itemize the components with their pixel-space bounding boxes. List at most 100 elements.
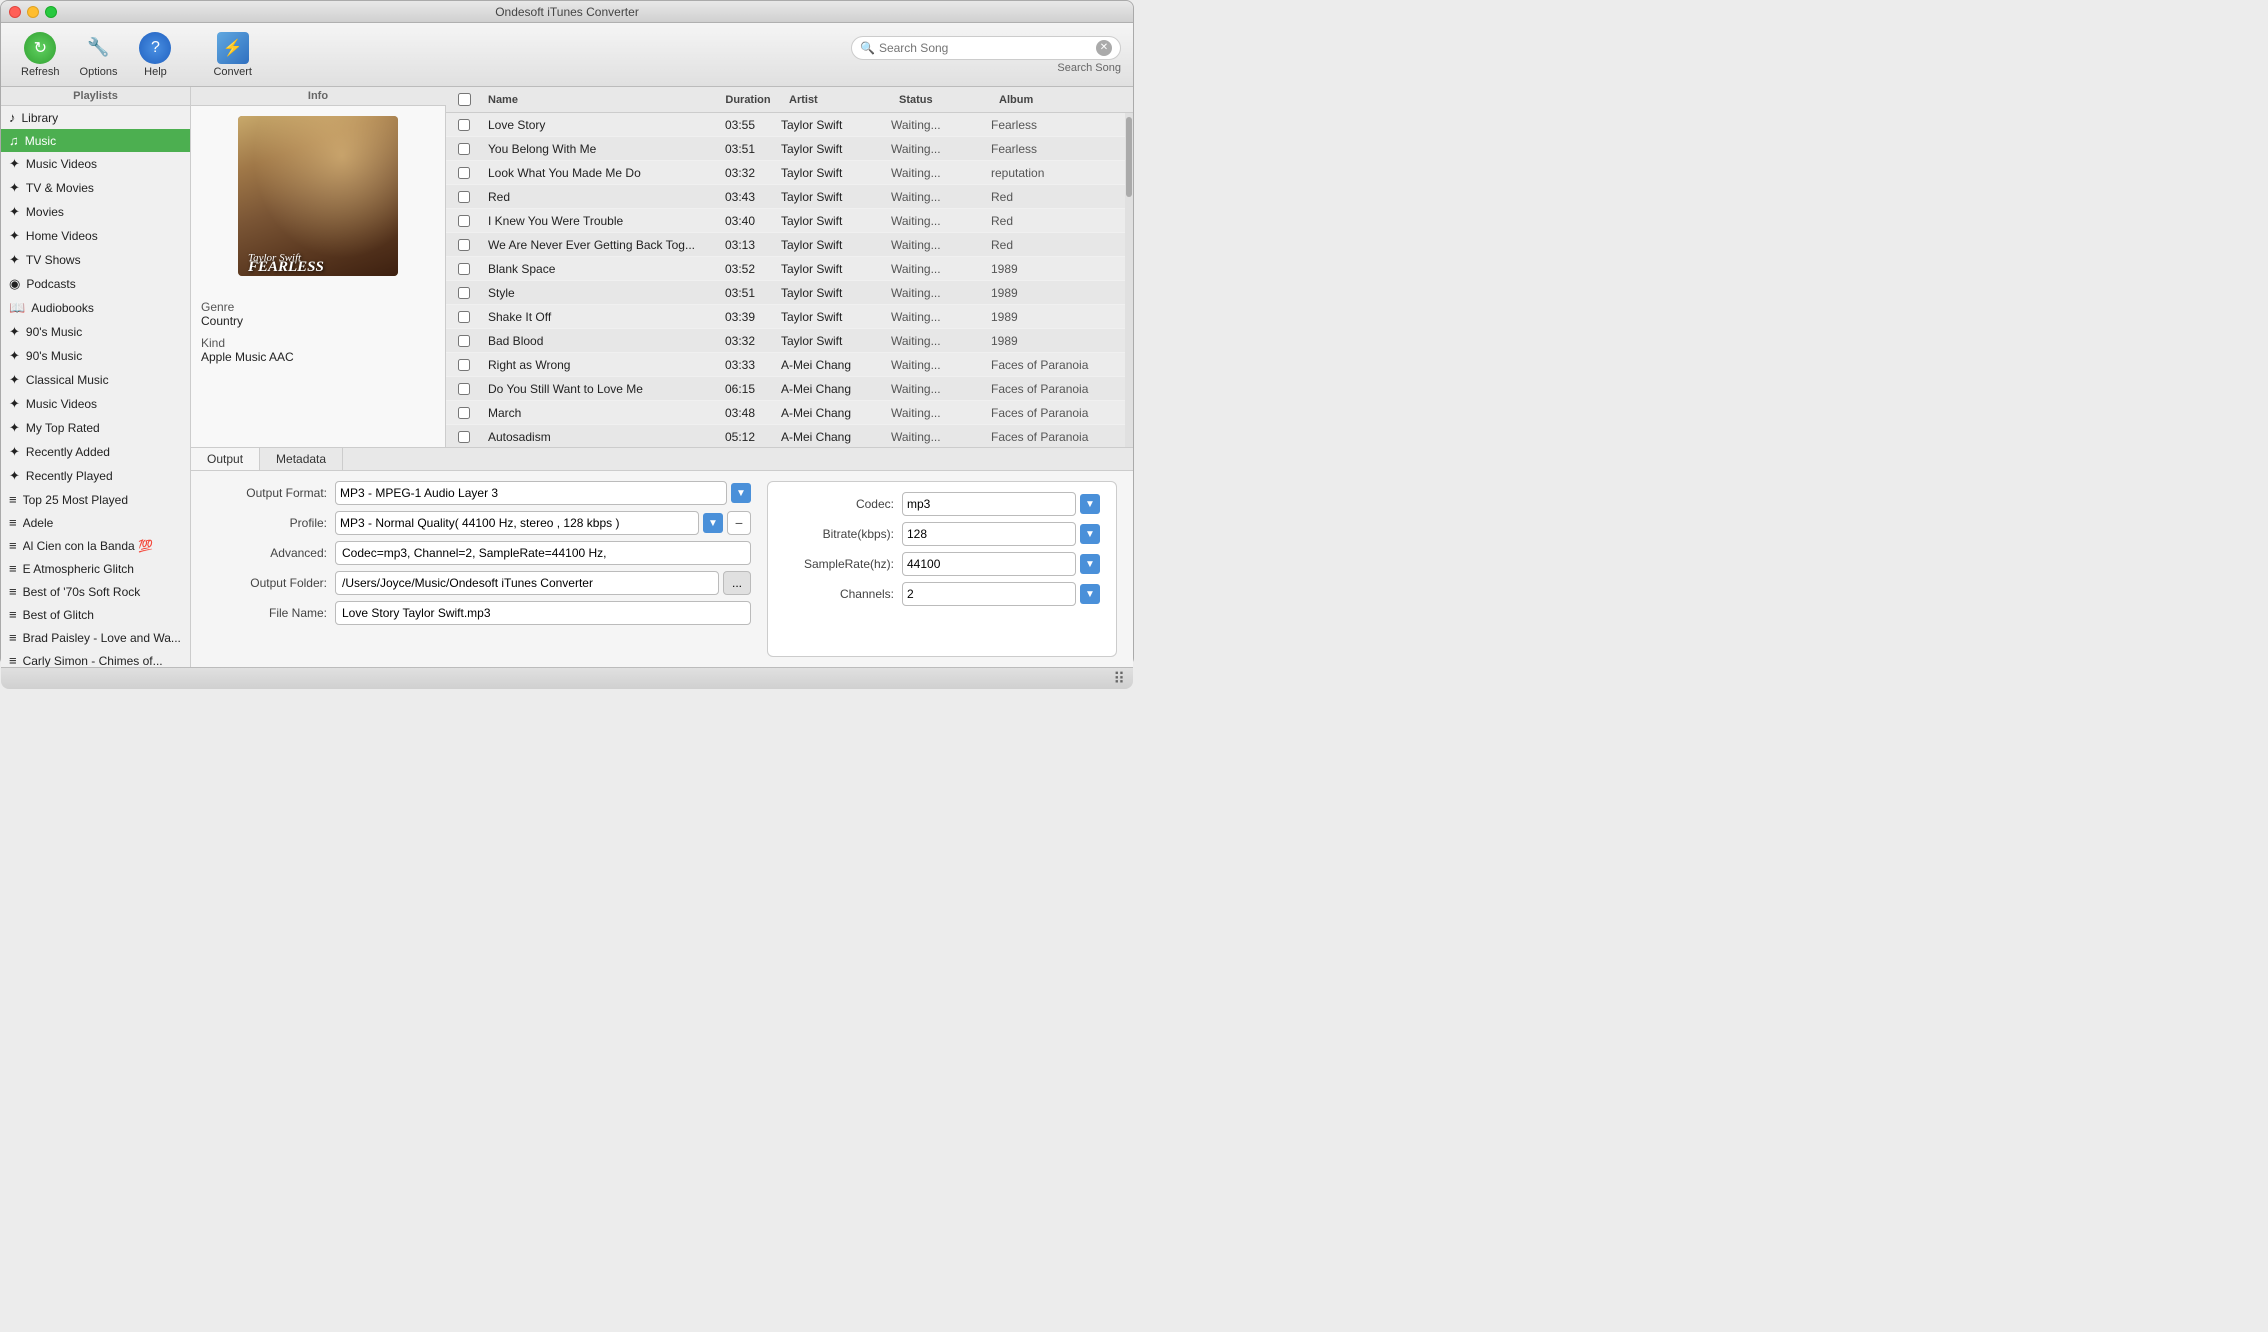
codec-arrow[interactable]: ▼ (1080, 494, 1100, 514)
maximize-button[interactable] (45, 6, 57, 18)
table-row[interactable]: Shake It Off 03:39 Taylor Swift Waiting.… (446, 305, 1125, 329)
table-row[interactable]: Right as Wrong 03:33 A-Mei Chang Waiting… (446, 353, 1125, 377)
tab-output[interactable]: Output (191, 448, 260, 470)
row-checkbox-0[interactable] (446, 119, 482, 131)
profile-arrow[interactable]: ▼ (703, 513, 723, 533)
row-checkbox-10[interactable] (446, 359, 482, 371)
advanced-input[interactable] (335, 541, 751, 565)
sidebar-item-podcasts[interactable]: ◉Podcasts (1, 272, 190, 296)
table-row[interactable]: You Belong With Me 03:51 Taylor Swift Wa… (446, 137, 1125, 161)
browse-button[interactable]: ... (723, 571, 751, 595)
scrollbar-thumb[interactable] (1126, 117, 1132, 197)
table-row[interactable]: Bad Blood 03:32 Taylor Swift Waiting... … (446, 329, 1125, 353)
tab-metadata[interactable]: Metadata (260, 448, 343, 470)
row-checkbox-11[interactable] (446, 383, 482, 395)
row-checkbox-9[interactable] (446, 335, 482, 347)
sidebar-item-music-videos-2[interactable]: ✦Music Videos (1, 392, 190, 416)
sidebar-item-classical-music[interactable]: ✦Classical Music (1, 368, 190, 392)
search-clear-button[interactable]: ✕ (1096, 40, 1112, 56)
row-checkbox-input-9[interactable] (458, 335, 470, 347)
options-button[interactable]: 🔧 Options (72, 28, 126, 82)
sidebar-item-best-of-glitch[interactable]: ≡Best of Glitch (1, 603, 190, 626)
sidebar-item-music[interactable]: ♫Music (1, 129, 190, 152)
table-row[interactable]: Look What You Made Me Do 03:32 Taylor Sw… (446, 161, 1125, 185)
output-format-arrow[interactable]: ▼ (731, 483, 751, 503)
row-checkbox-input-7[interactable] (458, 287, 470, 299)
samplerate-select[interactable]: 44100 (902, 552, 1076, 576)
sidebar-item-best-70s[interactable]: ≡Best of '70s Soft Rock (1, 580, 190, 603)
samplerate-arrow[interactable]: ▼ (1080, 554, 1100, 574)
row-checkbox-13[interactable] (446, 431, 482, 443)
table-row[interactable]: Style 03:51 Taylor Swift Waiting... 1989 (446, 281, 1125, 305)
table-row[interactable]: Blank Space 03:52 Taylor Swift Waiting..… (446, 257, 1125, 281)
row-checkbox-5[interactable] (446, 239, 482, 251)
sidebar-item-tv-movies[interactable]: ✦TV & Movies (1, 176, 190, 200)
bitrate-select[interactable]: 128 (902, 522, 1076, 546)
row-checkbox-input-0[interactable] (458, 119, 470, 131)
select-all-checkbox[interactable] (446, 93, 482, 106)
table-row[interactable]: Do You Still Want to Love Me 06:15 A-Mei… (446, 377, 1125, 401)
row-checkbox-2[interactable] (446, 167, 482, 179)
row-checkbox-input-4[interactable] (458, 215, 470, 227)
row-checkbox-input-11[interactable] (458, 383, 470, 395)
table-row[interactable]: Autosadism 05:12 A-Mei Chang Waiting... … (446, 425, 1125, 447)
minimize-button[interactable] (27, 6, 39, 18)
channels-arrow[interactable]: ▼ (1080, 584, 1100, 604)
channels-select[interactable]: 2 (902, 582, 1076, 606)
row-checkbox-input-10[interactable] (458, 359, 470, 371)
row-checkbox-1[interactable] (446, 143, 482, 155)
close-button[interactable] (9, 6, 21, 18)
row-checkbox-8[interactable] (446, 311, 482, 323)
sidebar-item-library[interactable]: ♪Library (1, 106, 190, 129)
sidebar-item-90s-music-1[interactable]: ✦90's Music (1, 320, 190, 344)
sidebar-item-home-videos[interactable]: ✦Home Videos (1, 224, 190, 248)
row-checkbox-input-13[interactable] (458, 431, 470, 443)
select-all-input[interactable] (458, 93, 471, 106)
scrollbar[interactable] (1125, 113, 1133, 447)
row-checkbox-input-12[interactable] (458, 407, 470, 419)
row-checkbox-input-6[interactable] (458, 263, 470, 275)
sidebar-item-atmospheric-glitch[interactable]: ≡E Atmospheric Glitch (1, 557, 190, 580)
sidebar-item-tv-shows[interactable]: ✦TV Shows (1, 248, 190, 272)
bitrate-arrow[interactable]: ▼ (1080, 524, 1100, 544)
sidebar-item-brad-paisley[interactable]: ≡Brad Paisley - Love and Wa... (1, 626, 190, 649)
sidebar-item-90s-music-2[interactable]: ✦90's Music (1, 344, 190, 368)
refresh-button[interactable]: ↻ Refresh (13, 28, 68, 82)
row-checkbox-input-2[interactable] (458, 167, 470, 179)
table-row[interactable]: We Are Never Ever Getting Back Tog... 03… (446, 233, 1125, 257)
table-row[interactable]: Love Story 03:55 Taylor Swift Waiting...… (446, 113, 1125, 137)
sidebar-item-movies[interactable]: ✦Movies (1, 200, 190, 224)
output-format-select[interactable]: MP3 - MPEG-1 Audio Layer 3 (335, 481, 727, 505)
sidebar-item-carly-simon[interactable]: ≡Carly Simon - Chimes of... (1, 649, 190, 667)
row-checkbox-6[interactable] (446, 263, 482, 275)
row-checkbox-7[interactable] (446, 287, 482, 299)
file-name-input[interactable] (335, 601, 751, 625)
profile-select[interactable]: MP3 - Normal Quality( 44100 Hz, stereo ,… (335, 511, 699, 535)
table-row[interactable]: Red 03:43 Taylor Swift Waiting... Red (446, 185, 1125, 209)
help-button[interactable]: ? Help (129, 28, 181, 82)
row-checkbox-12[interactable] (446, 407, 482, 419)
table-row[interactable]: I Knew You Were Trouble 03:40 Taylor Swi… (446, 209, 1125, 233)
row-checkbox-3[interactable] (446, 191, 482, 203)
table-row[interactable]: March 03:48 A-Mei Chang Waiting... Faces… (446, 401, 1125, 425)
sidebar-item-audiobooks[interactable]: 📖Audiobooks (1, 296, 190, 320)
row-artist-4: Taylor Swift (775, 214, 885, 228)
convert-button[interactable]: ⚡ Convert (205, 28, 260, 82)
row-checkbox-input-5[interactable] (458, 239, 470, 251)
profile-minus[interactable]: − (727, 511, 751, 535)
sidebar-item-recently-played[interactable]: ✦Recently Played (1, 464, 190, 488)
search-box[interactable]: 🔍 ✕ (851, 36, 1121, 60)
codec-select[interactable]: mp3 (902, 492, 1076, 516)
sidebar-item-top-25[interactable]: ≡Top 25 Most Played (1, 488, 190, 511)
sidebar-item-music-videos[interactable]: ✦Music Videos (1, 152, 190, 176)
sidebar-item-my-top-rated[interactable]: ✦My Top Rated (1, 416, 190, 440)
sidebar-item-recently-added[interactable]: ✦Recently Added (1, 440, 190, 464)
search-input[interactable] (879, 41, 1092, 55)
row-checkbox-input-8[interactable] (458, 311, 470, 323)
output-folder-input[interactable] (335, 571, 719, 595)
row-checkbox-input-3[interactable] (458, 191, 470, 203)
row-checkbox-input-1[interactable] (458, 143, 470, 155)
sidebar-item-adele[interactable]: ≡Adele (1, 511, 190, 534)
sidebar-item-al-cien[interactable]: ≡Al Cien con la Banda 💯 (1, 534, 190, 557)
row-checkbox-4[interactable] (446, 215, 482, 227)
